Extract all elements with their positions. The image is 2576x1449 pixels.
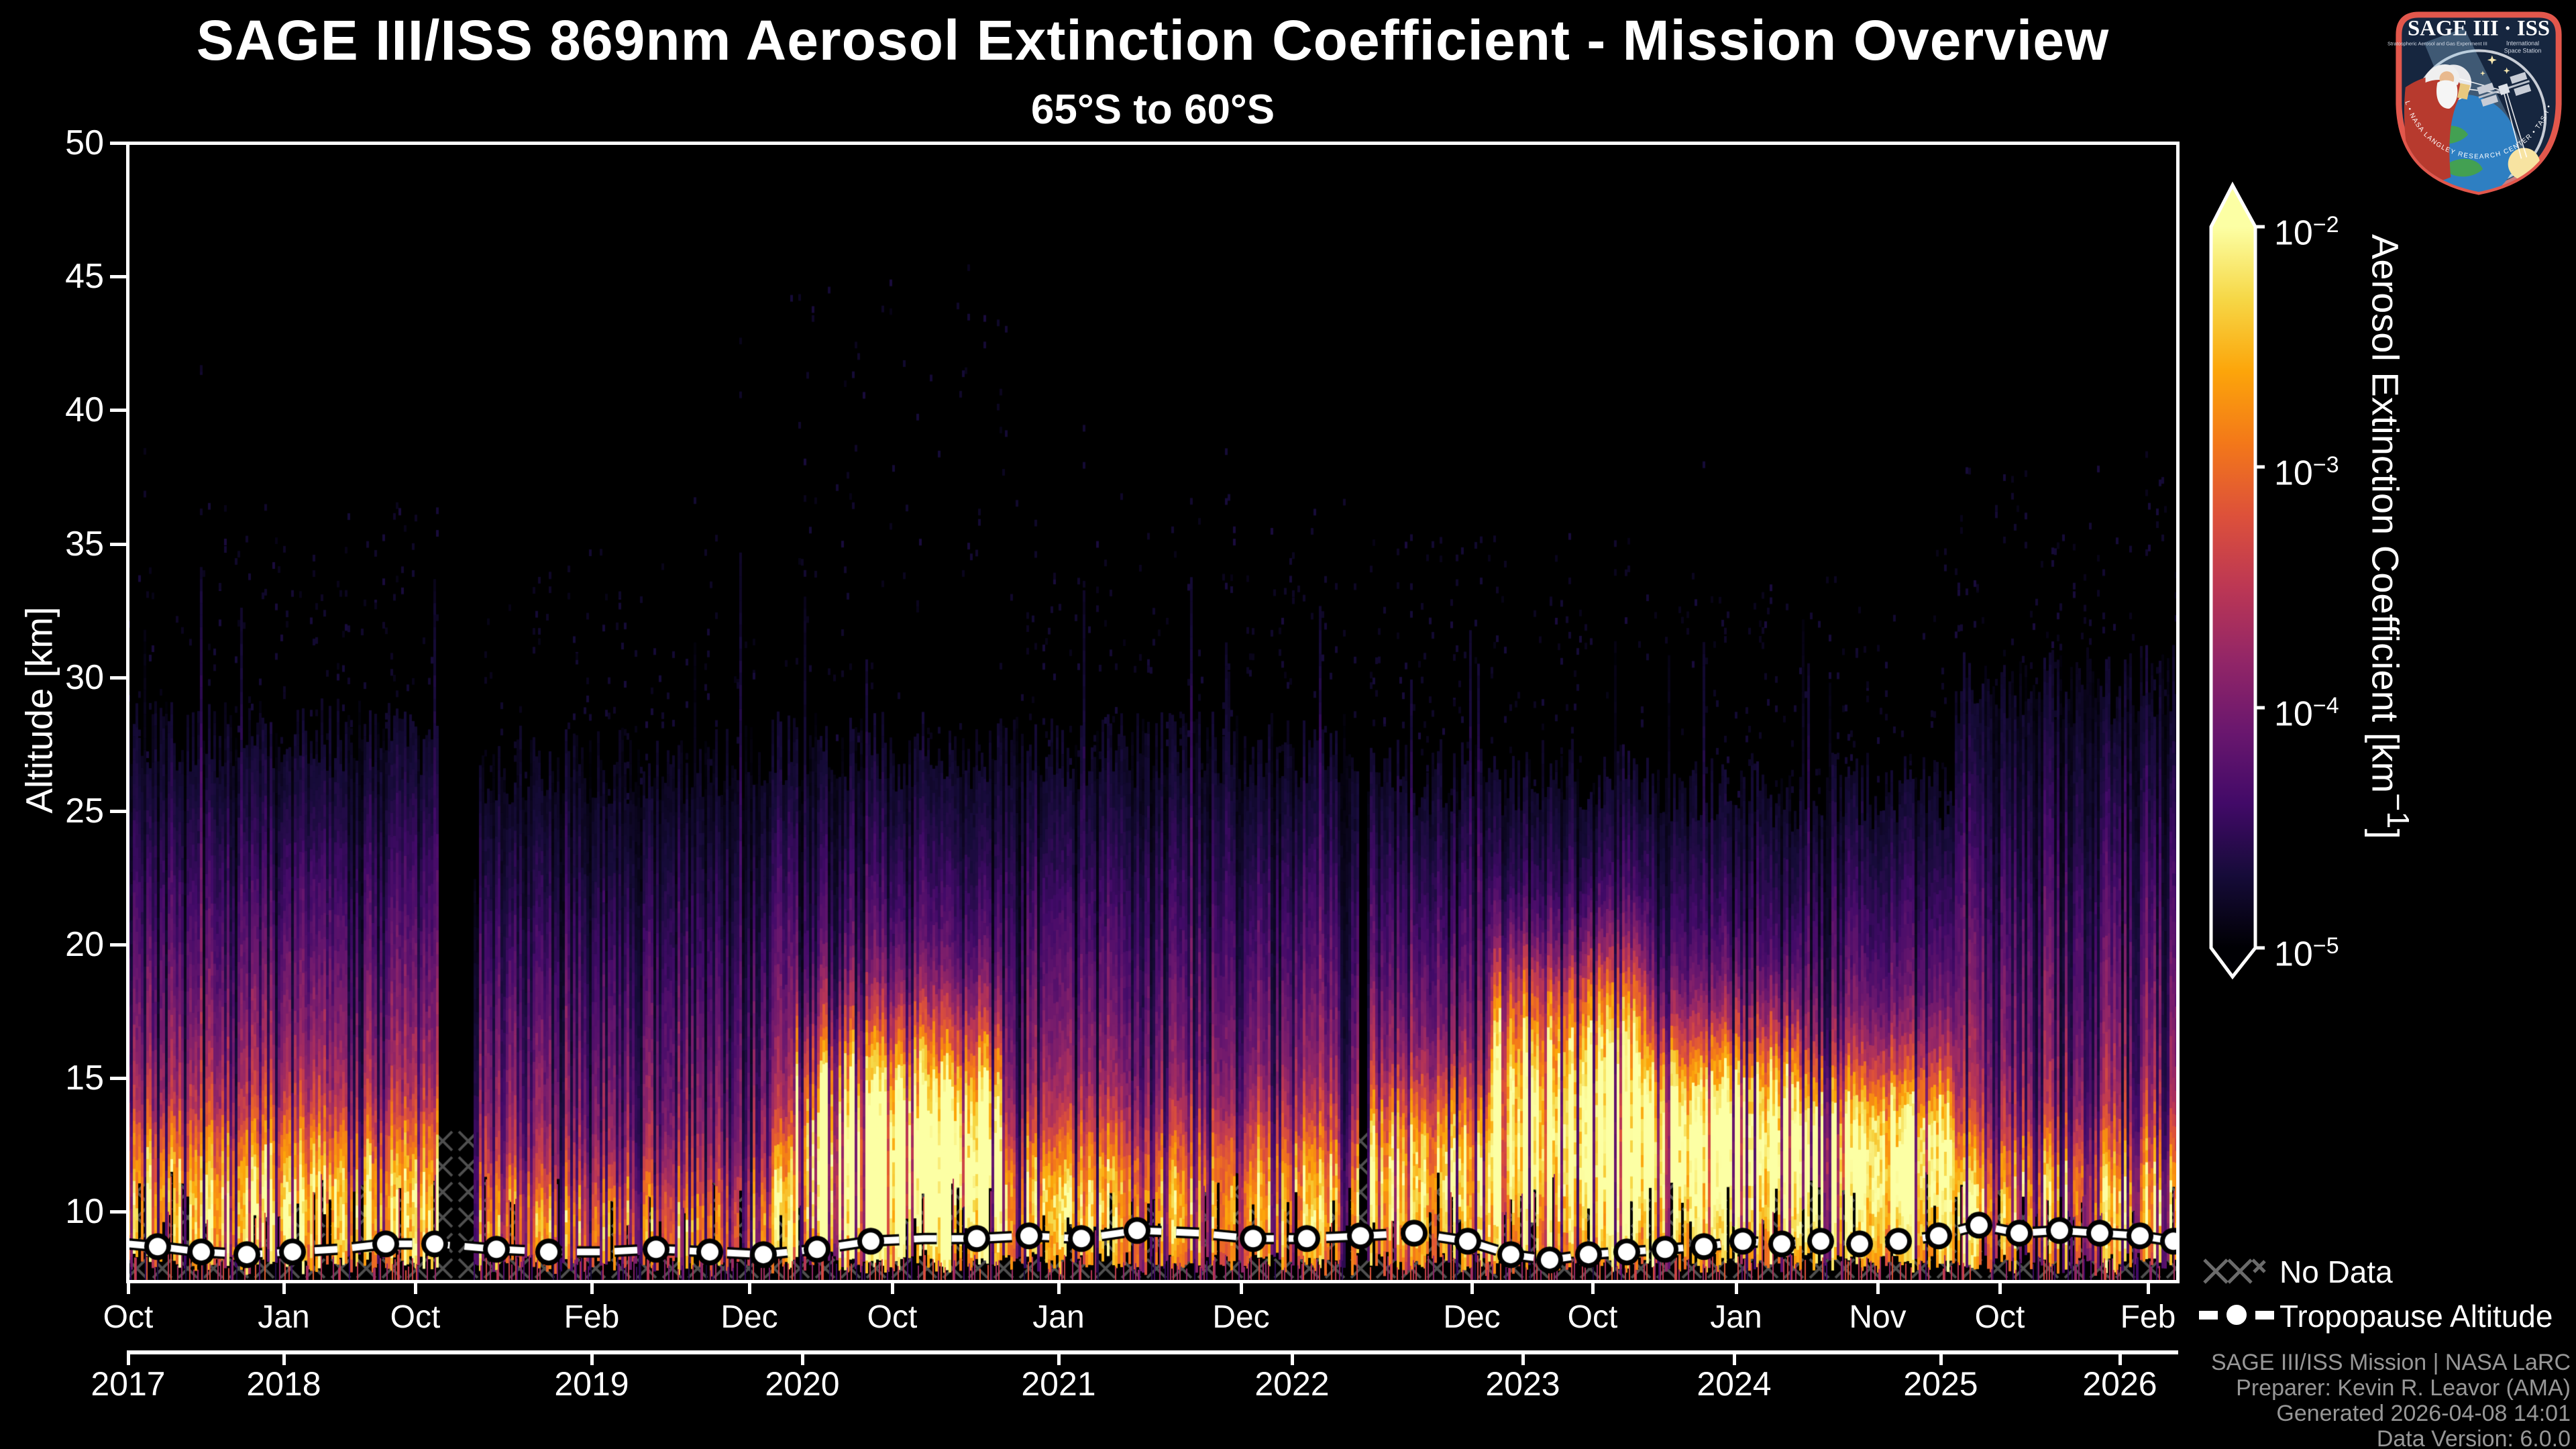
x-month-tick-mark bbox=[1470, 1283, 1474, 1294]
colorbar-tick-label: 10−2 bbox=[2274, 204, 2339, 254]
y-tick-label: 45 bbox=[13, 259, 104, 294]
x-month-label: Jan bbox=[1005, 1301, 1112, 1334]
x-year-label: 2018 bbox=[217, 1367, 351, 1401]
x-year-tick-mark bbox=[1939, 1350, 1943, 1365]
credits-line-preparer: Preparer: Kevin R. Leavor (AMA) bbox=[2211, 1375, 2571, 1401]
legend-tropopause-label: Tropopause Altitude bbox=[2279, 1299, 2553, 1334]
x-year-label: 2025 bbox=[1874, 1367, 2008, 1401]
colorbar-label-pre: Aerosol Extinction Coefficient [km bbox=[2364, 234, 2406, 793]
logo-sub-right-2: Space Station bbox=[2504, 48, 2542, 54]
x-year-label: 2021 bbox=[991, 1367, 1126, 1401]
y-tick-mark bbox=[110, 275, 127, 278]
x-month-label: Dec bbox=[1418, 1301, 1525, 1334]
y-tick-mark bbox=[110, 543, 127, 546]
credits-line-version: Data Version: 6.0.0 bbox=[2211, 1426, 2571, 1449]
x-month-tick-mark bbox=[1735, 1283, 1738, 1294]
colorbar-tick-label: 10−3 bbox=[2274, 444, 2339, 494]
y-tick-label: 50 bbox=[13, 125, 104, 160]
x-year-label: 2023 bbox=[1456, 1367, 1590, 1401]
y-tick-mark bbox=[110, 409, 127, 412]
x-month-label: Dec bbox=[696, 1301, 803, 1334]
colorbar-tick-label: 10−5 bbox=[2274, 925, 2339, 975]
y-tick-mark bbox=[110, 676, 127, 680]
x-month-tick-mark bbox=[1057, 1283, 1061, 1294]
tropopause-icon bbox=[2198, 1297, 2277, 1332]
legend-no-data-label: No Data bbox=[2279, 1254, 2393, 1289]
x-month-tick-mark bbox=[1240, 1283, 1243, 1294]
x-month-tick-mark bbox=[282, 1283, 286, 1294]
logo-title: SAGE III · ISS bbox=[2408, 17, 2550, 41]
sage-iii-iss-logo: SAGE III · ISS Stratospheric Aerosol and… bbox=[2385, 4, 2572, 196]
y-tick-label: 20 bbox=[13, 927, 104, 962]
logo-sub-right-1: International bbox=[2506, 40, 2539, 47]
y-tick-mark bbox=[110, 943, 127, 947]
x-month-tick-mark bbox=[748, 1283, 751, 1294]
credits-line-generated: Generated 2026-04-08 14:01 bbox=[2211, 1401, 2571, 1426]
x-month-tick-mark bbox=[2147, 1283, 2150, 1294]
x-month-label: Jan bbox=[230, 1301, 337, 1334]
x-month-label: Feb bbox=[538, 1301, 645, 1334]
x-year-tick-mark bbox=[1291, 1350, 1294, 1365]
x-month-label: Oct bbox=[839, 1301, 946, 1334]
x-month-label: Feb bbox=[2094, 1301, 2202, 1334]
colorbar-bar bbox=[2211, 185, 2255, 977]
x-year-tick-mark bbox=[127, 1350, 130, 1365]
x-month-label: Oct bbox=[362, 1301, 469, 1334]
x-month-label: Oct bbox=[74, 1301, 182, 1334]
colorbar bbox=[2206, 178, 2267, 983]
y-tick-label: 10 bbox=[13, 1194, 104, 1229]
colorbar-label-post: ] bbox=[2364, 828, 2406, 839]
page-title: SAGE III/ISS 869nm Aerosol Extinction Co… bbox=[127, 8, 2178, 73]
y-tick-mark bbox=[110, 1077, 127, 1080]
y-tick-mark bbox=[110, 1210, 127, 1214]
x-month-label: Nov bbox=[1824, 1301, 1931, 1334]
y-tick-label: 15 bbox=[13, 1061, 104, 1095]
x-year-label: 2022 bbox=[1225, 1367, 1359, 1401]
x-month-tick-mark bbox=[1591, 1283, 1595, 1294]
x-month-tick-mark bbox=[1876, 1283, 1880, 1294]
x-month-tick-mark bbox=[891, 1283, 894, 1294]
x-year-label: 2020 bbox=[735, 1367, 869, 1401]
x-year-tick-mark bbox=[282, 1350, 286, 1365]
colorbar-tick-label: 10−4 bbox=[2274, 685, 2339, 735]
figure-root: SAGE III/ISS 869nm Aerosol Extinction Co… bbox=[0, 0, 2576, 1449]
x-year-label: 2026 bbox=[2053, 1367, 2187, 1401]
x-month-tick-mark bbox=[590, 1283, 594, 1294]
x-month-label: Dec bbox=[1187, 1301, 1295, 1334]
y-tick-mark bbox=[110, 142, 127, 145]
x-year-tick-mark bbox=[1733, 1350, 1736, 1365]
x-year-tick-mark bbox=[1521, 1350, 1525, 1365]
logo-sub-left: Stratospheric Aerosol and Gas Experiment… bbox=[2387, 41, 2487, 47]
x-month-tick-mark bbox=[127, 1283, 130, 1294]
y-tick-label: 25 bbox=[13, 794, 104, 828]
y-tick-label: 30 bbox=[13, 660, 104, 695]
x-year-label: 2017 bbox=[61, 1367, 195, 1401]
x-month-label: Jan bbox=[1682, 1301, 1790, 1334]
credits-line-mission: SAGE III/ISS Mission | NASA LaRC bbox=[2211, 1350, 2571, 1375]
x-month-label: Oct bbox=[1539, 1301, 1646, 1334]
x-month-label: Oct bbox=[1946, 1301, 2053, 1334]
x-year-tick-mark bbox=[801, 1350, 804, 1365]
colorbar-label-sup: −1 bbox=[2381, 793, 2416, 828]
x-month-tick-mark bbox=[1998, 1283, 2002, 1294]
x-year-tick-mark bbox=[590, 1350, 594, 1365]
colorbar-label: Aerosol Extinction Coefficient [km−1] bbox=[2359, 221, 2416, 852]
y-tick-mark bbox=[110, 810, 127, 813]
x-year-label: 2019 bbox=[525, 1367, 659, 1401]
x-year-tick-mark bbox=[1057, 1350, 1061, 1365]
x-month-tick-mark bbox=[414, 1283, 417, 1294]
heatmap-canvas bbox=[127, 143, 2178, 1281]
x-year-label: 2024 bbox=[1667, 1367, 1801, 1401]
no-data-icon bbox=[2200, 1252, 2274, 1289]
latitude-subtitle: 65°S to 60°S bbox=[127, 86, 2178, 133]
y-tick-label: 35 bbox=[13, 527, 104, 561]
credits-block: SAGE III/ISS Mission | NASA LaRC Prepare… bbox=[2211, 1350, 2571, 1449]
x-year-tick-mark bbox=[2118, 1350, 2122, 1365]
year-axis-line bbox=[127, 1350, 2178, 1354]
y-tick-label: 40 bbox=[13, 392, 104, 427]
